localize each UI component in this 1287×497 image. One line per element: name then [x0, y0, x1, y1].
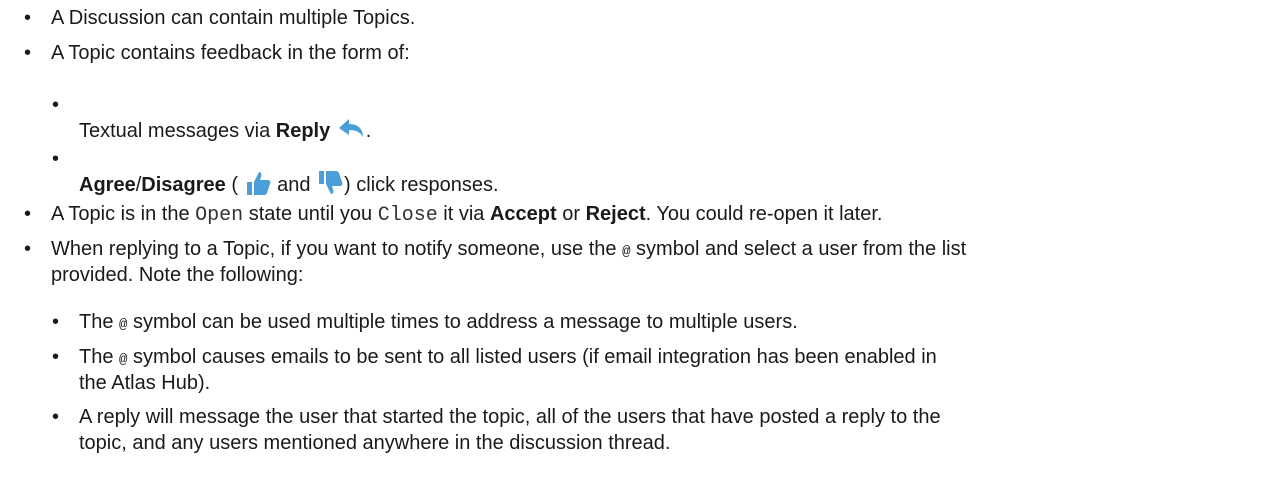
reply-arrow-icon	[336, 115, 366, 149]
disagree-label: Disagree	[141, 174, 226, 196]
text-segment: A Topic is in the	[51, 203, 196, 225]
agree-label: Agree	[79, 174, 136, 196]
thumbs-up-icon	[244, 169, 272, 203]
bullet-dot: •	[52, 406, 60, 428]
list-item-text: When replying to a Topic, if you want to…	[51, 237, 966, 264]
reply-label: Reply	[275, 120, 331, 142]
open-paren-text: (	[225, 174, 238, 196]
list-item-text: A Topic contains feedback in the form of…	[51, 42, 410, 64]
text-segment: symbol and select a user from the list	[630, 238, 967, 260]
bullet-dot: •	[24, 42, 32, 64]
bullet-dot: •	[52, 346, 60, 368]
bullet-dot: •	[52, 94, 60, 116]
nested-item-text: A reply will message the user that start…	[79, 406, 941, 428]
bullet-dot: •	[24, 203, 32, 225]
text-segment: The	[79, 346, 120, 368]
text-segment: or	[556, 203, 586, 225]
nested-item-text-continued: the Atlas Hub).	[79, 372, 211, 394]
list-item-text: A Discussion can contain multiple Topics…	[51, 7, 416, 29]
bullet-dot: •	[52, 148, 60, 170]
reject-label: Reject	[585, 203, 646, 225]
reply-suffix-text: .	[365, 120, 372, 142]
and-text: and	[271, 174, 317, 196]
bullet-dot: •	[24, 7, 32, 29]
bullet-dot: •	[52, 311, 60, 333]
text-segment: symbol causes emails to be sent to all l…	[127, 346, 937, 368]
text-segment: The	[79, 311, 120, 333]
list-item-text: A Topic is in the Open state until you C…	[51, 202, 882, 228]
list-item-text-continued: provided. Note the following:	[51, 264, 304, 286]
bullet-dot: •	[24, 238, 32, 260]
nested-item-text: The @ symbol can be used multiple times …	[79, 310, 798, 337]
sub-item-text: Agree/Disagree ( and ) click responses.	[79, 169, 499, 203]
nested-item-text: The @ symbol causes emails to be sent to…	[79, 345, 937, 372]
open-state-code: Open	[195, 204, 244, 227]
text-segment: When replying to a Topic, if you want to…	[51, 238, 623, 260]
text-segment: state until you	[243, 203, 378, 225]
text-segment: . You could re-open it later.	[645, 203, 883, 225]
accept-label: Accept	[489, 203, 557, 225]
text-segment: it via	[437, 203, 490, 225]
sub-item-text: Textual messages via Reply .	[79, 115, 371, 149]
click-responses-text: ) click responses.	[344, 174, 499, 196]
nested-item-text-continued: topic, and any users mentioned anywhere …	[79, 432, 671, 454]
text-segment: symbol can be used multiple times to add…	[127, 311, 798, 333]
thumbs-down-icon	[316, 169, 344, 203]
close-code: Close	[377, 204, 438, 227]
reply-prefix-text: Textual messages via	[79, 120, 276, 142]
